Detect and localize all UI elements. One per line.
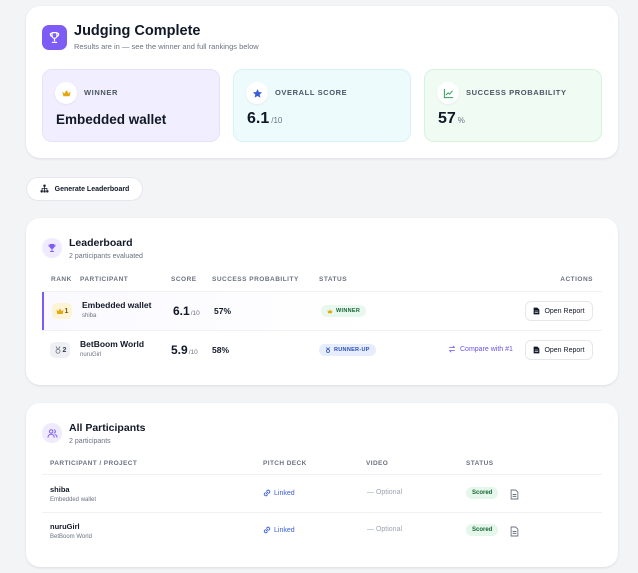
leaderboard-title: Leaderboard bbox=[69, 237, 133, 249]
rank-number: 1 bbox=[64, 307, 69, 315]
video-status: — Optional bbox=[367, 489, 403, 496]
score-number: 5.9 bbox=[171, 343, 188, 357]
participant-project: BetBoom World bbox=[50, 534, 92, 540]
participant-name: nuruGirl bbox=[50, 522, 80, 531]
open-report-label: Open Report bbox=[544, 307, 585, 315]
generate-leaderboard-label: Generate Leaderboard bbox=[54, 185, 130, 193]
document-icon bbox=[534, 307, 540, 315]
participant-row: nuruGirl BetBoom World Linked — Optional… bbox=[42, 512, 602, 549]
document-icon bbox=[534, 346, 540, 354]
column-header-score: SCORE bbox=[171, 276, 197, 283]
link-icon bbox=[263, 489, 271, 497]
leaderboard-card: Leaderboard 2 participants evaluated RAN… bbox=[26, 218, 618, 385]
status-badge: RUNNER-UP bbox=[319, 344, 376, 356]
success-probability-number: 57 bbox=[438, 110, 456, 127]
rank-badge: 2 bbox=[50, 342, 70, 358]
participant-project: BetBoom World bbox=[80, 339, 145, 349]
participant-project: Embedded wallet bbox=[82, 300, 152, 310]
pitch-deck-label: Linked bbox=[274, 489, 295, 497]
success-probability-metric: SUCCESS PROBABILITY 57% bbox=[424, 69, 602, 142]
leaderboard-row: 2 BetBoom World nuruGirl 5.9/10 58% RUNN… bbox=[42, 331, 602, 369]
all-participants-subtitle: 2 participants bbox=[69, 438, 111, 445]
all-participants-title: All Participants bbox=[69, 422, 146, 434]
overall-score-unit: /10 bbox=[271, 116, 283, 125]
status-badge: Scored bbox=[466, 524, 499, 536]
success-probability-label: SUCCESS PROBABILITY bbox=[466, 88, 567, 97]
status-label: RUNNER-UP bbox=[334, 347, 370, 353]
link-icon bbox=[263, 526, 271, 534]
overall-score-label: OVERALL SCORE bbox=[275, 88, 348, 97]
column-header-video: VIDEO bbox=[366, 460, 389, 467]
trophy-icon bbox=[42, 25, 67, 50]
chart-icon bbox=[437, 82, 459, 104]
participant-project: Embedded wallet bbox=[50, 497, 97, 503]
score-unit: /10 bbox=[190, 310, 200, 317]
open-report-label: Open Report bbox=[544, 346, 585, 354]
column-header-participant-project: PARTICIPANT / PROJECT bbox=[50, 460, 138, 467]
open-report-button[interactable]: Open Report bbox=[525, 340, 593, 360]
participant-probability: 58% bbox=[212, 345, 230, 355]
pitch-deck-link[interactable]: Linked bbox=[263, 489, 295, 497]
swap-icon bbox=[449, 345, 455, 353]
crown-icon bbox=[56, 308, 64, 314]
score-unit: /10 bbox=[188, 349, 198, 356]
compare-with-first-link[interactable]: Compare with #1 bbox=[448, 345, 513, 353]
overall-score-metric: OVERALL SCORE 6.1/10 bbox=[233, 69, 411, 142]
column-header-status: STATUS bbox=[466, 460, 494, 467]
overall-score-value: 6.1/10 bbox=[247, 110, 282, 128]
participant-name: shiba bbox=[50, 485, 70, 494]
pitch-deck-label: Linked bbox=[274, 526, 295, 534]
success-probability-value: 57% bbox=[438, 110, 465, 128]
participant-score: 5.9/10 bbox=[171, 343, 198, 357]
status-badge: Scored bbox=[466, 487, 499, 499]
compare-label: Compare with #1 bbox=[460, 345, 513, 353]
document-icon[interactable] bbox=[510, 487, 519, 500]
medal-icon bbox=[55, 346, 60, 354]
column-header-participant: PARTICIPANT bbox=[80, 276, 129, 283]
pitch-deck-link[interactable]: Linked bbox=[263, 526, 295, 534]
all-participants-card: All Participants 2 participants PARTICIP… bbox=[26, 403, 618, 567]
star-icon bbox=[246, 82, 268, 104]
page-subtitle: Results are in — see the winner and full… bbox=[74, 42, 259, 51]
video-status: — Optional bbox=[367, 526, 403, 533]
status-badge: WINNER bbox=[321, 305, 367, 317]
winner-label: WINNER bbox=[84, 88, 119, 97]
participant-score: 6.1/10 bbox=[173, 304, 200, 318]
trophy-icon bbox=[42, 238, 62, 258]
winner-metric: WINNER Embedded wallet bbox=[42, 69, 220, 142]
winner-value: Embedded wallet bbox=[56, 112, 167, 127]
column-header-actions: ACTIONS bbox=[560, 276, 593, 283]
participant-row: shiba Embedded wallet Linked — Optional … bbox=[42, 475, 602, 512]
participant-user: shiba bbox=[82, 313, 97, 319]
status-label: WINNER bbox=[336, 308, 361, 314]
score-number: 6.1 bbox=[173, 304, 190, 318]
judging-complete-card: Judging Complete Results are in — see th… bbox=[26, 6, 618, 158]
document-icon[interactable] bbox=[510, 524, 519, 537]
rank-number: 2 bbox=[62, 346, 67, 354]
overall-score-number: 6.1 bbox=[247, 110, 270, 127]
crown-icon bbox=[55, 82, 77, 104]
leaderboard-row: 1 Embedded wallet shiba 6.1/10 57% WINNE… bbox=[42, 292, 602, 330]
participant-probability: 57% bbox=[214, 306, 232, 316]
column-header-probability: SUCCESS PROBABILITY bbox=[212, 276, 299, 283]
users-icon bbox=[42, 423, 62, 443]
column-header-status: STATUS bbox=[319, 276, 348, 283]
leaderboard-subtitle: 2 participants evaluated bbox=[69, 253, 143, 260]
participant-user: nuruGirl bbox=[80, 352, 102, 358]
column-header-rank: RANK bbox=[51, 276, 72, 283]
rank-badge: 1 bbox=[52, 303, 72, 319]
generate-leaderboard-button[interactable]: Generate Leaderboard bbox=[26, 177, 143, 201]
hierarchy-icon bbox=[40, 184, 49, 195]
page-title: Judging Complete bbox=[74, 23, 201, 39]
open-report-button[interactable]: Open Report bbox=[525, 301, 593, 321]
medal-icon bbox=[326, 347, 330, 353]
crown-icon bbox=[327, 308, 333, 313]
success-probability-unit: % bbox=[457, 116, 465, 125]
column-header-pitch-deck: PITCH DECK bbox=[263, 460, 307, 467]
